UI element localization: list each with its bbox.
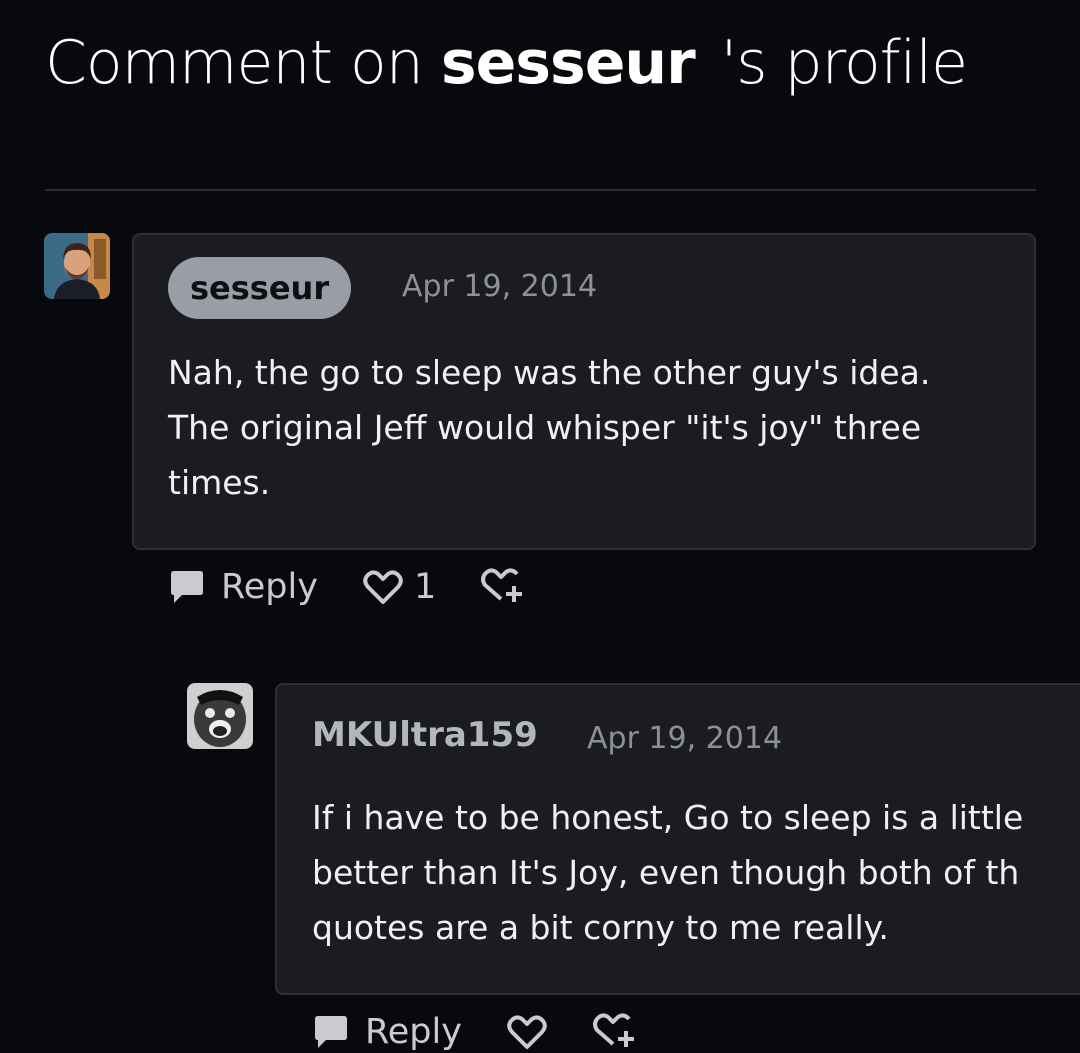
title-username[interactable]: sesseur [441, 28, 696, 98]
heart-icon [506, 1012, 548, 1052]
reply-button[interactable]: Reply [167, 567, 318, 607]
comment-actions: Reply 1 [167, 566, 526, 608]
comment-author[interactable]: MKUltra159 [312, 715, 538, 755]
comment-card: MKUltra159 Apr 19, 2014 If i have to be … [275, 683, 1080, 995]
comment-actions: Reply [311, 1011, 638, 1053]
header-divider [45, 189, 1036, 191]
comment-icon [311, 1012, 351, 1052]
heart-icon [362, 567, 404, 607]
add-reaction-icon [480, 566, 526, 608]
comment-text: If i have to be honest, Go to sleep is a… [312, 798, 1024, 947]
comment-author-badge[interactable]: sesseur [168, 257, 352, 319]
like-count: 1 [413, 567, 437, 607]
reply-label: Reply [221, 567, 318, 607]
comment-date: Apr 19, 2014 [587, 721, 783, 756]
like-button[interactable] [506, 1012, 548, 1052]
comment-text: Nah, the go to sleep was the other guy's… [168, 353, 931, 502]
avatar[interactable] [187, 683, 253, 749]
add-reaction-icon [592, 1011, 638, 1053]
like-button[interactable]: 1 [362, 567, 436, 607]
add-reaction-button[interactable] [592, 1011, 638, 1053]
avatar[interactable] [44, 233, 110, 299]
comment-icon [167, 567, 207, 607]
reply-button[interactable]: Reply [311, 1012, 462, 1052]
comment-card: sesseur Apr 19, 2014 Nah, the go to slee… [132, 233, 1036, 550]
comment-date: Apr 19, 2014 [402, 269, 598, 304]
title-suffix: 's profile [720, 28, 968, 98]
title-prefix: Comment on [45, 28, 424, 98]
reply-label: Reply [365, 1012, 462, 1052]
page-title: Comment on sesseur 's profile [45, 28, 968, 98]
add-reaction-button[interactable] [480, 566, 526, 608]
